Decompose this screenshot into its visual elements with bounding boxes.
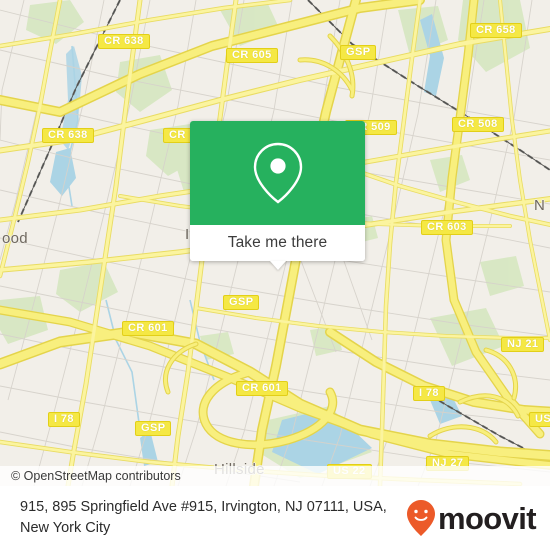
- popup-footer[interactable]: Take me there: [190, 225, 365, 270]
- road-shield: CR 601: [236, 381, 288, 396]
- road-shield: US: [529, 412, 550, 427]
- map-attribution-bar: © OpenStreetMap contributors: [0, 466, 550, 486]
- road-shield: CR 603: [421, 220, 473, 235]
- address-text: 915, 895 Springfield Ave #915, Irvington…: [20, 499, 387, 536]
- road-shield: CR 658: [470, 23, 522, 38]
- osm-attribution-text[interactable]: © OpenStreetMap contributors: [0, 469, 181, 483]
- road-shield: CR: [163, 128, 192, 143]
- popup-body: [190, 121, 365, 225]
- road-shield: NJ 21: [501, 337, 545, 352]
- map-pin-icon: [250, 140, 306, 206]
- popup-tail-icon: [269, 261, 286, 270]
- road-shield: I 78: [48, 412, 80, 427]
- moovit-logo[interactable]: moovit: [406, 499, 537, 537]
- road-shield: GSP: [340, 45, 377, 60]
- road-shield: CR 601: [122, 321, 174, 336]
- road-shield: CR 508: [452, 117, 504, 132]
- footer-bar: 915, 895 Springfield Ave #915, Irvington…: [0, 486, 550, 550]
- map-canvas[interactable]: ood Ir N Hillside CR 638 CR 605 GSP CR 6…: [0, 0, 550, 486]
- road-shield: CR 605: [226, 48, 278, 63]
- moovit-map-screen: ood Ir N Hillside CR 638 CR 605 GSP CR 6…: [0, 0, 550, 550]
- map-popup-callout[interactable]: Take me there: [190, 121, 365, 270]
- moovit-pin-icon: [406, 499, 436, 537]
- road-shield: I 78: [413, 386, 445, 401]
- road-shield: CR 638: [98, 34, 150, 49]
- take-me-there-label: Take me there: [227, 234, 328, 251]
- road-shield: GSP: [135, 421, 172, 436]
- road-shield: GSP: [223, 295, 260, 310]
- moovit-wordmark: moovit: [437, 500, 537, 536]
- road-shield: CR 638: [42, 128, 94, 143]
